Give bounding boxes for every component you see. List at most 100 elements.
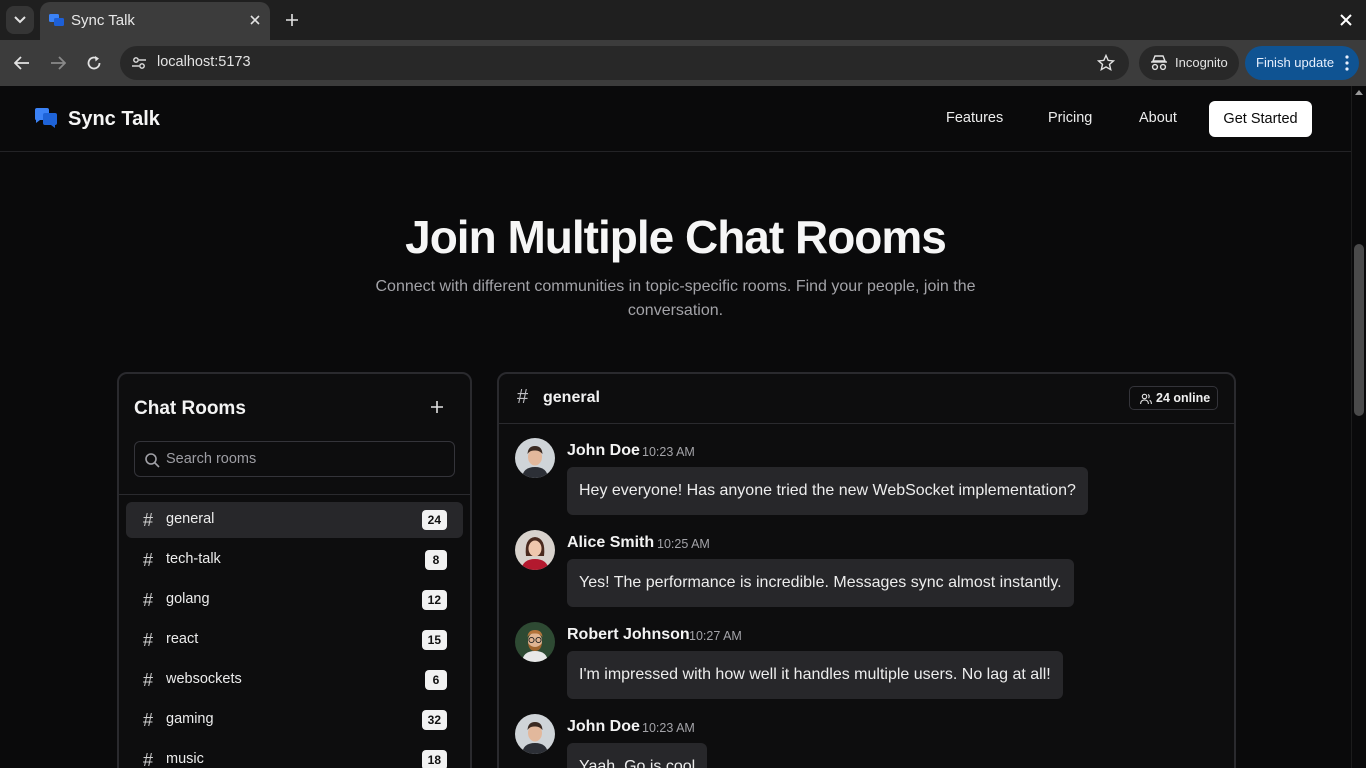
room-member-count: 24: [421, 510, 447, 530]
search-icon: [145, 453, 160, 468]
room-member-count: 15: [421, 630, 447, 650]
chat-header: # general 24 online: [499, 374, 1234, 424]
incognito-indicator[interactable]: Incognito: [1139, 46, 1239, 80]
room-member-count: 12: [421, 590, 447, 610]
finish-update-button[interactable]: Finish update: [1245, 46, 1359, 80]
chat-bubbles-icon: [49, 14, 64, 26]
message-time: 10:27 AM: [689, 629, 742, 643]
chat-panel: # general 24 online John Doe 10:23 AM He…: [497, 372, 1236, 768]
page-viewport: Sync Talk Features Pricing About Get Sta…: [0, 86, 1366, 768]
chat-bubbles-icon: [35, 108, 57, 128]
online-count: 24 online: [1156, 391, 1211, 405]
message-time: 10:23 AM: [642, 721, 695, 735]
room-item-gaming[interactable]: # gaming 32: [126, 702, 463, 738]
message-bubble: Yaah, Go is cool: [567, 743, 708, 768]
room-name: golang: [166, 591, 210, 607]
get-started-button[interactable]: Get Started: [1209, 101, 1312, 137]
message-author: John Doe: [567, 442, 640, 459]
rooms-panel-title: Chat Rooms: [134, 398, 246, 419]
nav-about[interactable]: About: [1139, 110, 1177, 126]
incognito-label: Incognito: [1175, 55, 1228, 70]
chat-rooms-panel: Chat Rooms # general 24 # tech-talk 8 # …: [117, 372, 472, 768]
forward-button[interactable]: [47, 52, 69, 74]
room-item-tech-talk[interactable]: # tech-talk 8: [126, 542, 463, 578]
site-info-icon[interactable]: [131, 55, 147, 71]
room-name: websockets: [166, 671, 242, 687]
divider: [119, 494, 470, 495]
more-vert-icon: [1345, 55, 1349, 71]
tab-search-button[interactable]: [6, 6, 34, 34]
scrollbar-thumb[interactable]: [1354, 244, 1364, 416]
nav-pricing[interactable]: Pricing: [1048, 110, 1092, 126]
tab-close-button[interactable]: [247, 12, 263, 28]
hash-icon: #: [143, 590, 154, 610]
users-icon: [1140, 393, 1152, 405]
arrow-right-icon: [51, 56, 66, 70]
browser-tab[interactable]: Sync Talk: [40, 2, 270, 40]
room-item-golang[interactable]: # golang 12: [126, 582, 463, 618]
room-item-general[interactable]: # general 24: [126, 502, 463, 538]
room-name: music: [166, 751, 204, 767]
incognito-icon: [1151, 55, 1167, 71]
message-bubble: I'm impressed with how well it handles m…: [567, 651, 1063, 699]
close-icon: [1340, 14, 1352, 26]
room-name: tech-talk: [166, 551, 221, 567]
room-member-count: 32: [421, 710, 447, 730]
chat-room-name: general: [543, 389, 600, 406]
room-name: gaming: [166, 711, 214, 727]
nav-features[interactable]: Features: [946, 110, 1003, 126]
man-glasses-beard-icon: [515, 622, 555, 662]
room-member-count: 6: [425, 670, 447, 690]
scroll-up-arrow-icon[interactable]: [1355, 90, 1363, 95]
address-bar[interactable]: localhost:5173: [120, 46, 1129, 80]
hash-icon: #: [143, 750, 154, 768]
message-author: Alice Smith: [567, 534, 655, 551]
page-scrollbar[interactable]: [1351, 86, 1366, 768]
room-name: general: [166, 511, 215, 527]
chat-message: Alice Smith 10:25 AM Yes! The performanc…: [515, 530, 1215, 620]
hash-icon: #: [143, 510, 154, 530]
window-close-button[interactable]: [1336, 10, 1356, 30]
message-time: 10:25 AM: [657, 537, 710, 551]
reload-icon: [87, 56, 101, 70]
plus-icon: [286, 14, 298, 26]
hash-icon: #: [143, 550, 154, 570]
add-room-button[interactable]: [428, 398, 446, 416]
arrow-left-icon: [14, 56, 29, 70]
new-tab-button[interactable]: [282, 10, 302, 30]
message-bubble: Hey everyone! Has anyone tried the new W…: [567, 467, 1088, 515]
browser-toolbar: localhost:5173 Incognito Finish update: [0, 40, 1366, 86]
hash-icon: #: [143, 710, 154, 730]
url-text: localhost:5173: [157, 54, 251, 70]
chat-message: Robert Johnson 10:27 AM I'm impressed wi…: [515, 622, 1215, 712]
message-author: John Doe: [567, 718, 640, 735]
online-count-badge: 24 online: [1129, 386, 1218, 410]
woman-red-top-icon: [515, 530, 555, 570]
room-item-music[interactable]: # music 18: [126, 742, 463, 768]
hero-title: Join Multiple Chat Rooms: [405, 211, 947, 263]
hash-icon: #: [517, 386, 529, 408]
room-item-websockets[interactable]: # websockets 6: [126, 662, 463, 698]
message-time: 10:23 AM: [642, 445, 695, 459]
room-search-box[interactable]: [134, 441, 455, 477]
room-item-react[interactable]: # react 15: [126, 622, 463, 658]
man-dark-hair-icon: [515, 438, 555, 478]
back-button[interactable]: [11, 52, 33, 74]
hero-subtitle: Connect with different communities in to…: [375, 278, 976, 319]
room-member-count: 18: [421, 750, 447, 768]
close-icon: [250, 15, 260, 25]
message-author: Robert Johnson: [567, 626, 690, 643]
hash-icon: #: [143, 630, 154, 650]
reload-button[interactable]: [83, 52, 105, 74]
chat-message: John Doe 10:23 AM Yaah, Go is cool: [515, 714, 1215, 768]
room-name: react: [166, 631, 199, 647]
room-search-input[interactable]: [166, 443, 446, 475]
site-header: Sync Talk Features Pricing About Get Sta…: [0, 86, 1351, 152]
bookmark-star-icon[interactable]: [1097, 54, 1115, 72]
plus-icon: [431, 401, 443, 413]
man-dark-hair-icon: [515, 714, 555, 754]
room-member-count: 8: [425, 550, 447, 570]
chat-message: John Doe 10:23 AM Hey everyone! Has anyo…: [515, 438, 1215, 528]
hash-icon: #: [143, 670, 154, 690]
tab-title: Sync Talk: [71, 12, 135, 29]
